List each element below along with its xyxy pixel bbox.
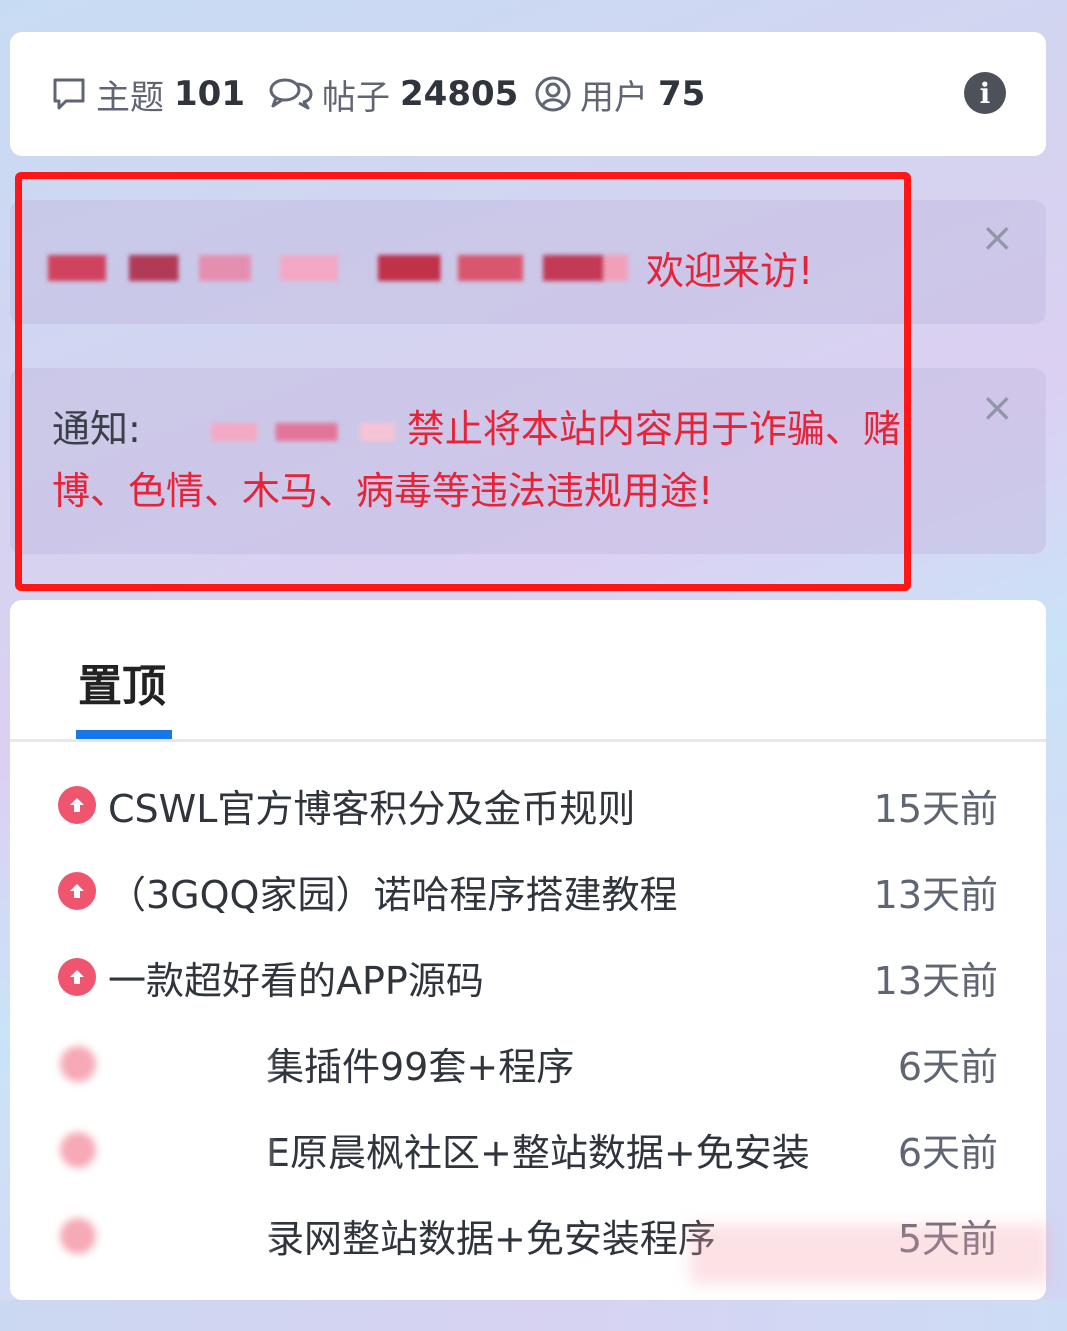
background-strip — [0, 1300, 1067, 1331]
blurred-pin-icon — [60, 1218, 96, 1254]
watermark-blur — [690, 1224, 1050, 1284]
arrow-up-circle-icon — [58, 958, 96, 996]
close-icon[interactable]: × — [980, 388, 1014, 428]
list-item-time: 6天前 — [897, 1130, 998, 1175]
list-item[interactable]: （3GQQ家园）诺哈程序搭建教程 13天前 — [58, 848, 998, 934]
list-item-title: CSWL官方博客积分及金币规则 — [108, 786, 636, 831]
user-circle-icon — [535, 76, 571, 112]
list-item-title: 一款超好看的APP源码 — [108, 958, 484, 1003]
redacted-site-name — [48, 254, 338, 281]
arrow-up-circle-icon — [58, 872, 96, 910]
list-item-time: 13天前 — [873, 872, 998, 917]
blurred-pin-icon — [60, 1046, 96, 1082]
list-item-time: 15天前 — [873, 786, 998, 831]
stat-posts[interactable]: 帖子 24805 — [268, 32, 518, 156]
blurred-pin-icon — [60, 1132, 96, 1168]
list-item-title: E原晨枫社区+整站数据+免安装 — [266, 1130, 810, 1175]
comments-icon — [269, 78, 313, 110]
list-item-title: 集插件99套+程序 — [266, 1044, 575, 1089]
pinned-panel: 置顶 CSWL官方博客积分及金币规则 15天前 （3GQQ家园）诺哈程序搭建教程… — [10, 600, 1046, 1300]
stat-users-value: 75 — [658, 74, 706, 114]
list-item-time: 6天前 — [897, 1044, 998, 1089]
stat-posts-label: 帖子 — [322, 77, 390, 118]
list-item-title: 录网整站数据+免安装程序 — [266, 1216, 716, 1261]
comment-icon — [53, 78, 85, 110]
arrow-up-circle-icon — [58, 786, 96, 824]
redaction-blur — [10, 1200, 266, 1270]
stat-topics-value: 101 — [174, 74, 245, 114]
stat-topics-label: 主题 — [96, 77, 164, 118]
list-item[interactable]: 一款超好看的APP源码 13天前 — [58, 934, 998, 1020]
list-item[interactable]: CSWL官方博客积分及金币规则 15天前 — [58, 762, 998, 848]
stat-posts-value: 24805 — [400, 74, 519, 114]
tab-divider — [10, 739, 1046, 742]
close-icon[interactable]: × — [980, 218, 1014, 258]
welcome-line: 欢迎来访! — [48, 240, 813, 295]
list-item-title: （3GQQ家园）诺哈程序搭建教程 — [108, 872, 678, 917]
tab-pinned[interactable]: 置顶 — [78, 650, 166, 714]
stat-topics[interactable]: 主题 101 — [50, 32, 245, 156]
stats-bar: 主题 101 帖子 24805 用户 75 i — [10, 32, 1046, 156]
rules-notice-text: 通知: 禁止将本站内容用于诈骗、赌博、色情、木马、病毒等违法违规用途! — [52, 398, 952, 522]
redacted-site-tag — [378, 254, 628, 281]
stat-users[interactable]: 用户 75 — [534, 32, 705, 156]
redaction-blur — [10, 1028, 266, 1098]
info-icon[interactable]: i — [964, 72, 1006, 114]
redacted-site-mention — [164, 422, 395, 441]
list-item-time: 13天前 — [873, 958, 998, 1003]
redaction-blur — [10, 1114, 266, 1184]
rules-label: 通知: — [52, 407, 141, 451]
stat-users-label: 用户 — [580, 77, 648, 118]
welcome-text: 欢迎来访! — [646, 249, 814, 293]
